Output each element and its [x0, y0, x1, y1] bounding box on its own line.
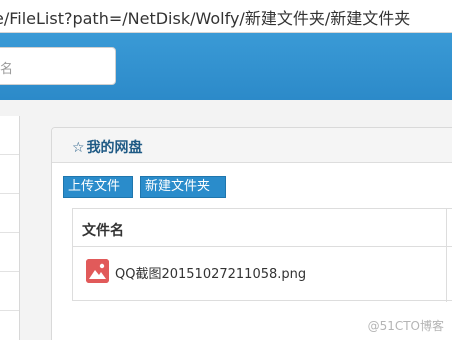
app-header: 名: [0, 33, 452, 100]
sidebar-item[interactable]: [0, 272, 19, 311]
image-file-icon: [86, 259, 109, 283]
sidebar-item[interactable]: [0, 155, 19, 194]
sidebar-item[interactable]: [0, 311, 19, 340]
search-input[interactable]: 名: [0, 47, 116, 85]
table-row[interactable]: QQ截图20151027211058.png: [73, 247, 452, 301]
panel-title-text: 我的网盘: [86, 140, 143, 156]
table-header: 文件名: [73, 209, 452, 247]
sidebar-item[interactable]: [0, 233, 19, 272]
column-header-filename: 文件名: [82, 223, 124, 239]
sidebar-item[interactable]: [0, 194, 19, 233]
address-url[interactable]: e/FileList?path=/NetDisk/Wolfy/新建文件夹/新建文…: [0, 5, 410, 29]
panel-heading: ☆ 我的网盘: [52, 128, 452, 163]
file-table: 文件名 QQ截图20151027211058.png: [72, 208, 452, 302]
search-placeholder: 名: [0, 62, 14, 77]
new-folder-button[interactable]: 新建文件夹: [140, 176, 226, 198]
sidebar: [0, 116, 20, 340]
upload-file-button[interactable]: 上传文件: [63, 176, 133, 198]
address-bar[interactable]: e/FileList?path=/NetDisk/Wolfy/新建文件夹/新建文…: [0, 0, 452, 33]
sidebar-item[interactable]: [0, 116, 19, 155]
watermark: @51CTO博客: [367, 319, 444, 333]
browser-page: e/FileList?path=/NetDisk/Wolfy/新建文件夹/新建文…: [0, 0, 452, 340]
my-disk-panel: ☆ 我的网盘 上传文件 新建文件夹 文件名 QQ截图20151027211058.…: [51, 127, 452, 340]
star-icon: ☆: [72, 140, 85, 156]
file-name-link[interactable]: QQ截图20151027211058.png: [115, 263, 306, 282]
panel-title: ☆ 我的网盘: [72, 137, 143, 157]
